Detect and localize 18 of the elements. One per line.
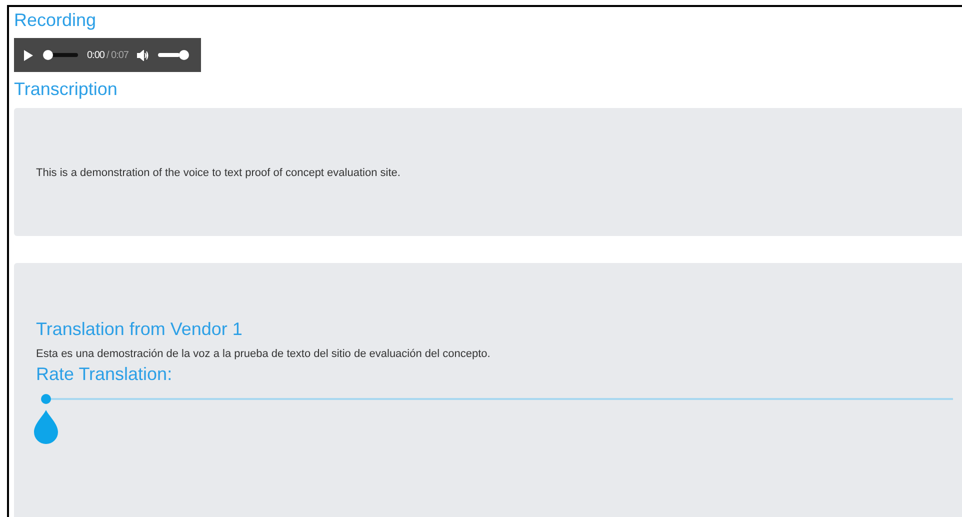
translation-text: Esta es una demostración de la voz a la prueba de texto del sitio de evaluación del concepto. <box>36 347 492 362</box>
play-icon[interactable] <box>24 50 33 60</box>
drop-marker-icon <box>34 410 58 444</box>
translation-title: Translation from Vendor 1 <box>36 318 244 340</box>
progress-slider[interactable] <box>43 50 79 60</box>
progress-thumb[interactable] <box>43 50 53 60</box>
volume-thumb[interactable] <box>178 50 188 60</box>
duration: / 0:07 <box>106 48 128 62</box>
slider-thumb[interactable] <box>41 394 51 404</box>
current-time: 0:00 <box>87 48 104 62</box>
transcription-text: This is a demonstration of the voice to text proof of concept evaluation site. <box>36 166 400 181</box>
section-title: Recording <box>14 9 98 32</box>
rate-label: Rate Translation: <box>36 363 174 385</box>
section-title: Transcription <box>14 78 118 101</box>
audio-player[interactable]: 0:00 / 0:07 <box>14 38 201 72</box>
speaker-icon[interactable] <box>136 50 148 60</box>
volume-slider[interactable] <box>156 50 188 60</box>
rating-slider[interactable] <box>41 394 953 404</box>
